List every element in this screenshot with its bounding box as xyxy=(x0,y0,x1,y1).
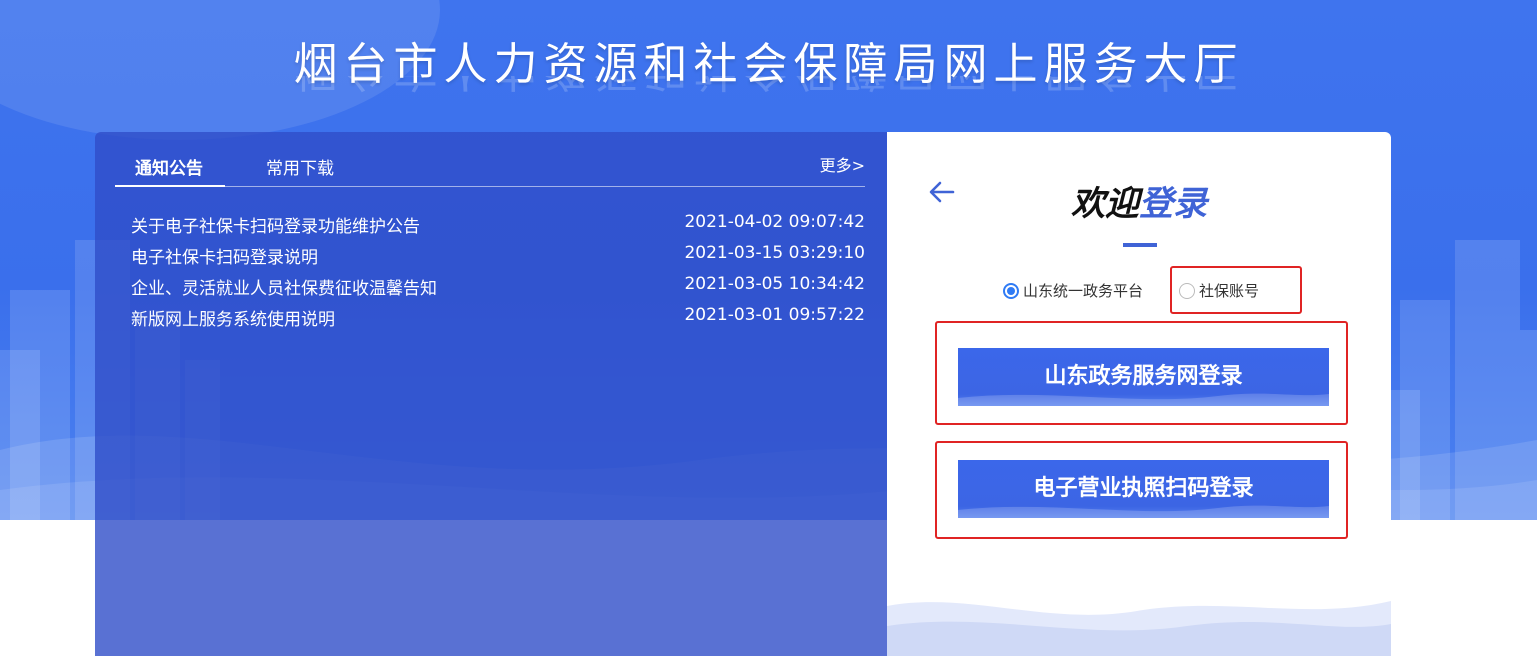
notice-date: 2021-04-02 09:07:42 xyxy=(684,212,865,232)
heading-underline xyxy=(1123,243,1157,247)
notice-title[interactable]: 电子社保卡扫码登录说明 xyxy=(131,243,318,268)
radio-label: 山东统一政务平台 xyxy=(1023,282,1144,300)
radio-shandong-platform[interactable]: 山东统一政务平台 xyxy=(1003,280,1143,301)
active-tab-indicator xyxy=(115,185,225,187)
tab-notice[interactable]: 通知公告 xyxy=(135,154,203,179)
notice-item[interactable]: 企业、灵活就业人员社保费征收温馨告知 2021-03-05 10:34:42 xyxy=(131,272,865,303)
notice-tabs: 通知公告 常用下载 更多> xyxy=(115,146,865,187)
notice-date: 2021-03-15 03:29:10 xyxy=(684,243,865,263)
card-wave-decoration xyxy=(887,601,1391,656)
notice-title[interactable]: 企业、灵活就业人员社保费征收温馨告知 xyxy=(131,274,437,299)
notice-date: 2021-03-05 10:34:42 xyxy=(684,274,865,294)
radio-selected-icon[interactable] xyxy=(1003,283,1019,299)
notice-title[interactable]: 新版网上服务系统使用说明 xyxy=(131,305,335,330)
notice-item[interactable]: 新版网上服务系统使用说明 2021-03-01 09:57:22 xyxy=(131,303,865,334)
welcome-heading: 欢迎登录 xyxy=(887,176,1391,225)
notice-item[interactable]: 关于电子社保卡扫码登录功能维护公告 2021-04-02 09:07:42 xyxy=(131,210,865,241)
more-link[interactable]: 更多> xyxy=(820,152,865,176)
welcome-text: 欢迎 xyxy=(1071,184,1139,224)
notice-panel: 通知公告 常用下载 更多> 关于电子社保卡扫码登录功能维护公告 2021-04-… xyxy=(95,132,887,656)
notice-list: 关于电子社保卡扫码登录功能维护公告 2021-04-02 09:07:42 电子… xyxy=(131,210,865,334)
highlight-box xyxy=(935,321,1348,425)
login-card: 欢迎登录 山东统一政务平台 社保账号 山东政务服务网登录 电子营业执照扫码登录 xyxy=(887,132,1391,656)
notice-title[interactable]: 关于电子社保卡扫码登录功能维护公告 xyxy=(131,212,420,237)
tab-downloads[interactable]: 常用下载 xyxy=(266,154,334,179)
notice-item[interactable]: 电子社保卡扫码登录说明 2021-03-15 03:29:10 xyxy=(131,241,865,272)
page-title-reflection: 烟台市人力资源和社会保障局网上服务大厅 xyxy=(0,76,1537,106)
highlight-box xyxy=(1170,266,1302,314)
notice-date: 2021-03-01 09:57:22 xyxy=(684,305,865,325)
login-text: 登录 xyxy=(1139,184,1207,224)
highlight-box xyxy=(935,441,1348,539)
